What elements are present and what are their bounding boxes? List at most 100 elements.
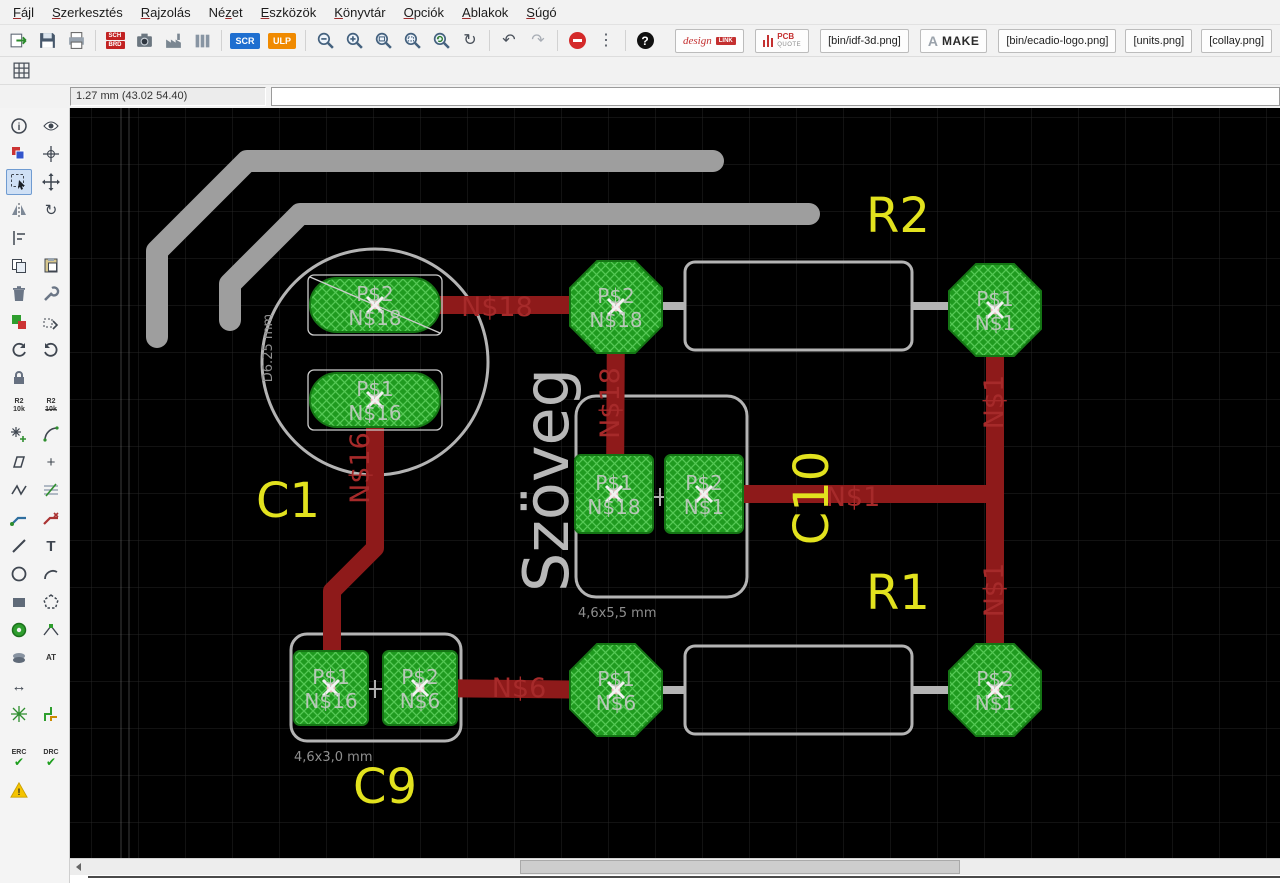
collay-button[interactable]: [collay.png] — [1201, 29, 1272, 53]
menu-rajzolas[interactable]: Rajzolás — [132, 2, 200, 23]
zoom-out-icon — [316, 31, 335, 50]
zoom-in-button[interactable] — [341, 28, 367, 54]
change-tool-button[interactable] — [38, 281, 64, 307]
circle-icon — [10, 565, 28, 583]
pcb-drawing[interactable]: P$2N$18 P$1N$16 P$2N$18 P$1N$1 P$1N$18 P… — [70, 108, 1280, 858]
attribute-tool-button[interactable]: AT — [38, 645, 64, 671]
arc-tool-button[interactable] — [38, 561, 64, 587]
menu-opciok[interactable]: Opciók — [395, 2, 453, 23]
smash-tool-button[interactable] — [6, 421, 32, 447]
paste-tool-button[interactable] — [38, 253, 64, 279]
zoom-redraw-button[interactable] — [428, 28, 454, 54]
redo-button[interactable]: ↷ — [525, 28, 551, 54]
ripup-tool-button[interactable] — [38, 505, 64, 531]
scr-button[interactable]: SCR — [228, 28, 262, 54]
menu-sugo[interactable]: Súgó — [517, 2, 565, 23]
arc-direction-icon — [42, 425, 60, 443]
sch-brd-icon: SCHBRD — [106, 32, 125, 49]
gateswap-tool-button[interactable] — [38, 337, 64, 363]
overflow-button[interactable]: ⋮ — [593, 28, 619, 54]
undo-button[interactable]: ↶ — [496, 28, 522, 54]
pcbquote-icon — [763, 34, 774, 47]
scrollbar-thumb[interactable] — [520, 860, 960, 874]
menu-fajl[interactable]: Fájl — [4, 2, 43, 23]
info-tool-button[interactable]: i — [6, 113, 32, 139]
cut-tool-button[interactable] — [6, 337, 32, 363]
autoroute-tool-button[interactable] — [38, 701, 64, 727]
replace-tool-button[interactable] — [38, 309, 64, 335]
menu-eszkozok[interactable]: Eszközök — [252, 2, 326, 23]
idf3d-button[interactable]: [bin/idf-3d.png] — [820, 29, 909, 53]
route-tool-button[interactable] — [6, 505, 32, 531]
horizontal-scrollbar[interactable] — [70, 858, 1280, 875]
via-tool-button[interactable] — [6, 617, 32, 643]
board-canvas[interactable]: P$2N$18 P$1N$16 P$2N$18 P$1N$1 P$1N$18 P… — [70, 108, 1280, 858]
ratsnest-tool-button[interactable] — [6, 701, 32, 727]
name-tool-button[interactable]: R210k — [6, 393, 32, 419]
align-tool-button[interactable] — [6, 225, 32, 251]
smd-tool-button[interactable] — [6, 645, 32, 671]
ratsnest-wires-button[interactable] — [38, 477, 64, 503]
make-button[interactable]: A MAKE — [920, 29, 987, 53]
zoom-fit-button[interactable] — [370, 28, 396, 54]
refresh-button[interactable]: ↻ — [457, 28, 483, 54]
move-tool-button[interactable] — [38, 169, 64, 195]
show-tool-button[interactable] — [38, 113, 64, 139]
signal-tool-button[interactable] — [6, 477, 32, 503]
layer-color-button[interactable] — [6, 309, 32, 335]
help-button[interactable]: ? — [632, 28, 658, 54]
rotate-tool-button[interactable]: ↻ — [38, 197, 64, 223]
polygon-tool-button[interactable] — [38, 589, 64, 615]
copy-tool-button[interactable] — [6, 253, 32, 279]
ecadio-button[interactable]: [bin/ecadio-logo.png] — [998, 29, 1116, 53]
errors-button[interactable]: ! — [6, 777, 32, 803]
split-tool-button[interactable] — [6, 449, 32, 475]
svg-text:P$2: P$2 — [597, 284, 635, 308]
svg-text:N$1: N$1 — [975, 311, 1015, 335]
lock-tool-button[interactable] — [6, 365, 32, 391]
menu-szerkesztes[interactable]: Szerkesztés — [43, 2, 132, 23]
arc-direction-button[interactable] — [38, 421, 64, 447]
drc-button[interactable]: DRC✔ — [38, 743, 64, 775]
erc-button[interactable]: ERC✔ — [6, 743, 32, 775]
pinswap-tool-button[interactable]: ↔ — [6, 673, 32, 699]
units-button[interactable]: [units.png] — [1125, 29, 1192, 53]
image-export-button[interactable] — [131, 28, 157, 54]
select-tool-button[interactable] — [6, 169, 32, 195]
palette-spacer — [38, 673, 64, 699]
vertex-icon — [42, 621, 60, 639]
mirror-tool-button[interactable] — [6, 197, 32, 223]
toolbar-separator — [625, 30, 626, 51]
circle-tool-button[interactable] — [6, 561, 32, 587]
scroll-left-button[interactable] — [70, 859, 87, 875]
export-button[interactable] — [5, 28, 31, 54]
display-layers-button[interactable] — [6, 141, 32, 167]
delete-tool-button[interactable] — [6, 281, 32, 307]
mark-tool-button[interactable] — [38, 141, 64, 167]
menu-ablakok[interactable]: Ablakok — [453, 2, 517, 23]
print-button[interactable] — [63, 28, 89, 54]
vertex-tool-button[interactable] — [38, 617, 64, 643]
silk-text-szoveg[interactable]: Szöveg — [510, 368, 583, 592]
command-input[interactable] — [271, 87, 1280, 106]
save-button[interactable] — [34, 28, 60, 54]
fab-button[interactable] — [160, 28, 186, 54]
pcbquote-button[interactable]: PCB QUOTE — [755, 29, 809, 53]
svg-text:N$18: N$18 — [595, 367, 626, 439]
zoom-out-button[interactable] — [312, 28, 338, 54]
text-tool-button[interactable]: T — [38, 533, 64, 559]
wire-tool-button[interactable] — [6, 533, 32, 559]
schbrd-button[interactable]: SCHBRD — [102, 28, 128, 54]
stop-button[interactable] — [564, 28, 590, 54]
value-tool-button[interactable]: R210k — [38, 393, 64, 419]
svg-text:P$1: P$1 — [312, 665, 350, 689]
zoom-select-button[interactable] — [399, 28, 425, 54]
menu-konyvtar[interactable]: Könyvtár — [325, 2, 394, 23]
grid-button[interactable] — [8, 58, 34, 84]
ulp-button[interactable]: ULP — [265, 28, 299, 54]
designlink-button[interactable]: design LINK — [675, 29, 744, 53]
rect-tool-button[interactable] — [6, 589, 32, 615]
columns-button[interactable] — [189, 28, 215, 54]
menu-nezet[interactable]: Nézet — [200, 2, 252, 23]
crosshair-tool-button[interactable]: + — [38, 449, 64, 475]
